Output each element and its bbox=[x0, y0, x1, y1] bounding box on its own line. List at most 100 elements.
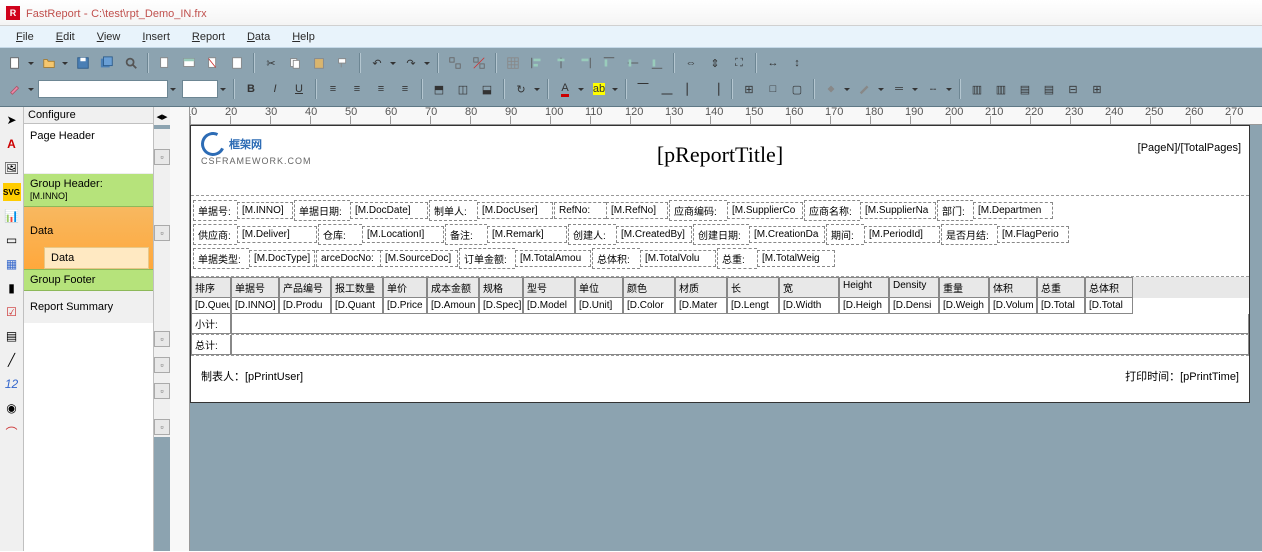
band-report-summary[interactable]: Report Summary bbox=[24, 291, 153, 323]
checkbox-tool[interactable]: ☑ bbox=[3, 303, 21, 321]
group-button[interactable] bbox=[444, 52, 466, 74]
chart-tool[interactable]: 📊 bbox=[3, 207, 21, 225]
table-header-cell[interactable]: 材质 bbox=[675, 277, 727, 298]
band-group-header[interactable]: Group Header:[M.INNO] bbox=[24, 174, 153, 207]
text-align-justify-button[interactable]: ≡ bbox=[394, 78, 416, 100]
total-row[interactable]: 总计: bbox=[191, 334, 1249, 355]
format-paint-button[interactable] bbox=[332, 52, 354, 74]
style-button[interactable] bbox=[4, 78, 26, 100]
table-data-cell[interactable]: [D.Width bbox=[779, 298, 839, 314]
font-size-dropdown[interactable] bbox=[218, 78, 228, 100]
align-right-button[interactable] bbox=[574, 52, 596, 74]
same-size-button[interactable]: ⛶ bbox=[728, 52, 750, 74]
table-header-cell[interactable]: 长 bbox=[727, 277, 779, 298]
table-header-cell[interactable]: 型号 bbox=[523, 277, 575, 298]
menu-insert[interactable]: Insert bbox=[132, 29, 180, 45]
align-center-h-button[interactable] bbox=[550, 52, 572, 74]
band-page-header[interactable]: Page Header bbox=[24, 124, 153, 174]
form-field[interactable]: 期间:[M.PeriodId] bbox=[826, 224, 940, 245]
align-bottom-button[interactable] bbox=[646, 52, 668, 74]
highlight-button[interactable]: ab bbox=[588, 78, 610, 100]
menu-view[interactable]: View bbox=[87, 29, 131, 45]
ruler-corner[interactable]: ◂▸ bbox=[154, 107, 170, 125]
form-field[interactable]: 总体积:[M.TotalVolu bbox=[592, 248, 716, 269]
total-tool[interactable]: 12 bbox=[3, 375, 21, 393]
more-tool[interactable]: ⌒ bbox=[3, 423, 21, 441]
row-insert-button[interactable]: ▤ bbox=[1014, 78, 1036, 100]
table-header-cell[interactable]: 重量 bbox=[939, 277, 989, 298]
page-header-band-area[interactable]: 框架网 CSFRAMEWORK.COM [pReportTitle] [Page… bbox=[191, 126, 1249, 196]
picture-tool[interactable]: 🖼 bbox=[3, 159, 21, 177]
table-header-cell[interactable]: 产品编号 bbox=[279, 277, 331, 298]
line-tool[interactable]: ╱ bbox=[3, 351, 21, 369]
align-middle-button[interactable] bbox=[622, 52, 644, 74]
fill-color-button[interactable] bbox=[820, 78, 842, 100]
form-field[interactable]: 单据类型:[M.DocType] bbox=[193, 248, 315, 269]
table-data-cell[interactable]: [D.Queue bbox=[191, 298, 231, 314]
form-field[interactable]: 订单金额:[M.TotalAmou bbox=[459, 248, 591, 269]
form-field[interactable]: 应商编码:[M.SupplierCo bbox=[669, 200, 803, 221]
underline-button[interactable]: U bbox=[288, 78, 310, 100]
grid-button[interactable] bbox=[502, 52, 524, 74]
barcode-tool[interactable]: ▮ bbox=[3, 279, 21, 297]
border-top-button[interactable]: ⎺ bbox=[632, 78, 654, 100]
merge-button[interactable]: ⊟ bbox=[1062, 78, 1084, 100]
form-field[interactable]: 单据日期:[M.DocDate] bbox=[294, 200, 428, 221]
delete-page-button[interactable] bbox=[202, 52, 224, 74]
data-band-area[interactable]: 排序单据号产品编号报工数量单价成本金额规格型号单位颜色材质长宽HeightDen… bbox=[191, 277, 1249, 334]
same-width-button[interactable]: ⇔ bbox=[680, 52, 702, 74]
menu-edit[interactable]: Edit bbox=[46, 29, 85, 45]
report-summary-band-area[interactable]: 制表人：[pPrintUser] 打印时间：[pPrintTime] bbox=[191, 355, 1249, 402]
form-field[interactable]: RefNo:[M.RefNo] bbox=[554, 200, 668, 221]
table-data-cell[interactable]: [D.Price bbox=[383, 298, 427, 314]
form-field[interactable]: 部门:[M.Departmen bbox=[937, 200, 1053, 221]
same-height-button[interactable]: ⇕ bbox=[704, 52, 726, 74]
copy-button[interactable] bbox=[284, 52, 306, 74]
menu-data[interactable]: Data bbox=[237, 29, 280, 45]
print-user-field[interactable]: 制表人：[pPrintUser] bbox=[201, 368, 303, 384]
add-page-button[interactable] bbox=[154, 52, 176, 74]
table-header-cell[interactable]: 单价 bbox=[383, 277, 427, 298]
form-field[interactable]: 备注:[M.Remark] bbox=[445, 224, 567, 245]
table-header-cell[interactable]: 总体积 bbox=[1085, 277, 1133, 298]
table-header-cell[interactable]: Density bbox=[889, 277, 939, 298]
table-header-cell[interactable]: 宽 bbox=[779, 277, 839, 298]
valign-middle-button[interactable]: ◫ bbox=[452, 78, 474, 100]
font-name-dropdown[interactable] bbox=[168, 78, 178, 100]
table-header-cell[interactable]: 体积 bbox=[989, 277, 1037, 298]
font-size-combo[interactable] bbox=[182, 80, 218, 98]
align-top-button[interactable] bbox=[598, 52, 620, 74]
border-all-button[interactable]: ⊞ bbox=[738, 78, 760, 100]
collapse-btn[interactable]: ▫ bbox=[154, 331, 170, 347]
border-outer-button[interactable]: ▢ bbox=[786, 78, 808, 100]
table-data-cell[interactable]: [D.Total bbox=[1037, 298, 1085, 314]
collapse-btn[interactable]: ▫ bbox=[154, 357, 170, 373]
menu-report[interactable]: Report bbox=[182, 29, 235, 45]
richtext-tool[interactable]: ▤ bbox=[3, 327, 21, 345]
table-data-row[interactable]: [D.Queue[D.INNO][D.Produ[D.Quant[D.Price… bbox=[191, 298, 1249, 314]
gauge-tool[interactable]: ◉ bbox=[3, 399, 21, 417]
collapse-btn[interactable]: ▫ bbox=[154, 149, 170, 165]
text-align-center-button[interactable]: ≡ bbox=[346, 78, 368, 100]
subtotal-row[interactable]: 小计: bbox=[191, 314, 1249, 334]
table-data-cell[interactable]: [D.Produ bbox=[279, 298, 331, 314]
table-header-cell[interactable]: 颜色 bbox=[623, 277, 675, 298]
form-field[interactable]: 单据号:[M.INNO] bbox=[193, 200, 293, 221]
undo-dropdown[interactable] bbox=[388, 52, 398, 74]
col-delete-button[interactable]: ▥ bbox=[990, 78, 1012, 100]
menu-help[interactable]: Help bbox=[282, 29, 325, 45]
table-header-cell[interactable]: 总重 bbox=[1037, 277, 1085, 298]
save-all-button[interactable] bbox=[96, 52, 118, 74]
form-field[interactable]: 总重:[M.TotalWeig bbox=[717, 248, 835, 269]
form-field[interactable]: 仓库:[M.LocationI] bbox=[318, 224, 444, 245]
border-right-button[interactable]: ▕ bbox=[704, 78, 726, 100]
preview-button[interactable] bbox=[120, 52, 142, 74]
band-data-inner[interactable]: Data bbox=[44, 247, 149, 269]
save-button[interactable] bbox=[72, 52, 94, 74]
pointer-tool[interactable]: ➤ bbox=[3, 111, 21, 129]
valign-top-button[interactable]: ⬒ bbox=[428, 78, 450, 100]
band-group-footer[interactable]: Group Footer bbox=[24, 269, 153, 291]
style-dropdown[interactable] bbox=[26, 78, 36, 100]
shape-tool[interactable]: ▭ bbox=[3, 231, 21, 249]
table-data-cell[interactable]: [D.Color bbox=[623, 298, 675, 314]
